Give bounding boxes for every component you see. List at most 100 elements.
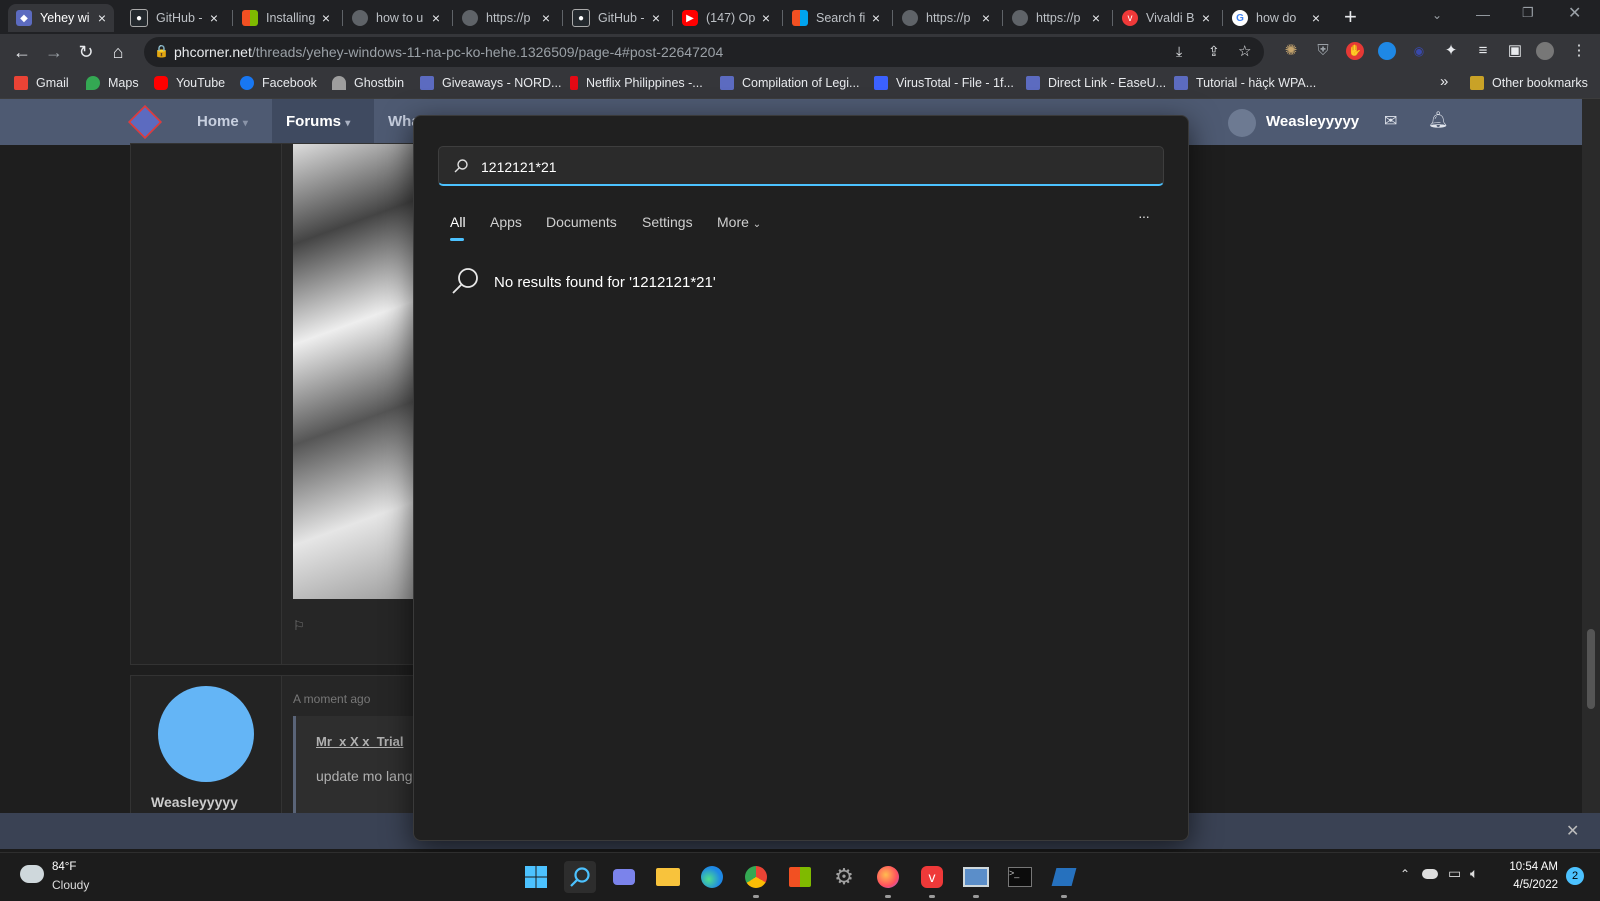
tab-youtube[interactable]: ▶ (147) Op × — [674, 4, 778, 32]
weather-description[interactable]: Cloudy — [52, 878, 89, 892]
tab-vivaldi[interactable]: v Vivaldi B × — [1114, 4, 1218, 32]
other-bookmarks[interactable]: Other bookmarks — [1470, 76, 1588, 90]
taskbar-firefox[interactable] — [872, 861, 904, 893]
taskbar-remote-desktop[interactable] — [960, 861, 992, 893]
close-tab-icon[interactable]: × — [652, 10, 660, 26]
back-arrow-icon[interactable]: ← — [10, 40, 34, 64]
tab-installing[interactable]: Installing × — [234, 4, 338, 32]
reading-list-icon[interactable]: ≡ — [1474, 42, 1492, 60]
tab-https-2[interactable]: https://p × — [894, 4, 998, 32]
bookmark-facebook[interactable]: Facebook — [240, 76, 317, 90]
bookmark-star-icon[interactable]: ☆ — [1238, 42, 1251, 60]
report-flag-icon[interactable]: ⚐ — [293, 618, 305, 634]
forward-arrow-icon[interactable]: → — [42, 40, 66, 64]
vpn-icon[interactable] — [1378, 42, 1396, 60]
bookmark-direct-link[interactable]: Direct Link - EaseU... — [1026, 76, 1166, 90]
tab-apps[interactable]: Apps — [490, 214, 522, 230]
close-tab-icon[interactable]: × — [872, 10, 880, 26]
tab-https-1[interactable]: https://p × — [454, 4, 558, 32]
bookmark-maps[interactable]: Maps — [86, 76, 139, 90]
close-tab-icon[interactable]: × — [322, 10, 330, 26]
share-icon[interactable]: ⇪ — [1208, 43, 1220, 60]
show-hidden-icons-chevron-icon[interactable]: ⌃ — [1400, 867, 1410, 881]
install-icon[interactable]: ⤓ — [1176, 43, 1182, 60]
tab-documents[interactable]: Documents — [546, 214, 617, 230]
bookmark-compilation[interactable]: Compilation of Legi... — [720, 76, 859, 90]
poster-name[interactable]: Weasleyyyyy — [151, 794, 238, 810]
tab-yehey[interactable]: ◆ Yehey wi × — [8, 4, 114, 32]
bookmark-netflix[interactable]: Netflix Philippines -... — [570, 76, 703, 90]
post-attachment-image[interactable] — [293, 144, 423, 599]
extensions-puzzle-icon[interactable]: ✦ — [1442, 42, 1460, 60]
search-box[interactable] — [438, 146, 1164, 186]
site-logo-icon[interactable] — [128, 105, 162, 139]
more-bookmarks-chevron-icon[interactable]: » — [1440, 73, 1448, 90]
close-tab-icon[interactable]: × — [1312, 10, 1320, 26]
bookmark-youtube[interactable]: YouTube — [154, 76, 225, 90]
close-notice-icon[interactable]: ✕ — [1566, 821, 1579, 841]
tab-https-3[interactable]: https://p × — [1004, 4, 1108, 32]
bookmark-virustotal[interactable]: VirusTotal - File - 1f... — [874, 76, 1014, 90]
username-link[interactable]: Weasleyyyyy — [1266, 113, 1359, 130]
bell-icon[interactable]: 🔔︎ — [1428, 110, 1448, 130]
tab-all[interactable]: All — [450, 214, 466, 230]
close-window-icon[interactable]: ✕ — [1568, 3, 1581, 23]
search-input[interactable] — [479, 155, 1143, 179]
taskbar-teams[interactable] — [608, 861, 640, 893]
close-tab-icon[interactable]: × — [1202, 10, 1210, 26]
tab-settings[interactable]: Settings — [642, 214, 693, 230]
tab-search-chevron-icon[interactable]: ⌄ — [1432, 8, 1442, 22]
bookmark-giveaways[interactable]: Giveaways - NORD... — [420, 76, 561, 90]
close-tab-icon[interactable]: × — [98, 10, 106, 26]
extension-dot-icon[interactable]: ◉ — [1410, 42, 1428, 60]
network-icon[interactable]: ▭ — [1448, 865, 1461, 882]
poster-avatar[interactable] — [158, 686, 254, 782]
quote-author-link[interactable]: Mr_x X x_Trial — [316, 734, 403, 749]
new-tab-button[interactable]: + — [1344, 4, 1357, 30]
tab-github-2[interactable]: ● GitHub - × — [564, 4, 668, 32]
taskbar-chrome[interactable] — [740, 861, 772, 893]
side-panel-icon[interactable]: ▣ — [1506, 42, 1524, 60]
home-icon[interactable]: ⌂ — [106, 40, 130, 64]
bookmark-ghostbin[interactable]: Ghostbin — [332, 76, 404, 90]
volume-icon[interactable]: 🔈︎ — [1470, 865, 1478, 882]
taskbar-settings[interactable]: ⚙ — [828, 861, 860, 893]
tab-search[interactable]: Search fi × — [784, 4, 888, 32]
taskbar-store[interactable] — [784, 861, 816, 893]
cloudy-weather-icon[interactable] — [20, 865, 44, 883]
onedrive-icon[interactable] — [1422, 869, 1438, 879]
tab-more[interactable]: More ⌄ — [717, 214, 761, 230]
clock-time[interactable]: 10:54 AM — [1502, 861, 1558, 873]
close-tab-icon[interactable]: × — [762, 10, 770, 26]
extension-cookie-icon[interactable]: ✺ — [1282, 42, 1300, 60]
taskbar-search-button[interactable] — [564, 861, 596, 893]
restore-icon[interactable]: ❐ — [1522, 5, 1534, 21]
close-tab-icon[interactable]: × — [1092, 10, 1100, 26]
weather-temperature[interactable]: 84°F — [52, 861, 76, 873]
clock-date[interactable]: 4/5/2022 — [1502, 879, 1558, 891]
page-scrollbar[interactable] — [1582, 99, 1600, 813]
adblock-icon[interactable]: ✋ — [1346, 42, 1364, 60]
profile-avatar-icon[interactable] — [1536, 42, 1554, 60]
menu-kebab-icon[interactable]: ⋮ — [1570, 42, 1588, 60]
nav-home[interactable]: Home ▾ — [197, 113, 248, 130]
close-tab-icon[interactable]: × — [542, 10, 550, 26]
close-tab-icon[interactable]: × — [982, 10, 990, 26]
bookmark-tutorial[interactable]: Tutorial - häçk WPA... — [1174, 76, 1316, 90]
taskbar-file-explorer[interactable] — [652, 861, 684, 893]
notification-badge[interactable]: 2 — [1566, 867, 1584, 885]
tab-how-do[interactable]: G how do × — [1224, 4, 1328, 32]
user-avatar[interactable] — [1228, 109, 1256, 137]
minimize-icon[interactable]: — — [1476, 6, 1490, 22]
taskbar-vivaldi[interactable]: v — [916, 861, 948, 893]
shield-icon[interactable]: ⛨ — [1314, 42, 1332, 60]
close-tab-icon[interactable]: × — [210, 10, 218, 26]
close-tab-icon[interactable]: × — [432, 10, 440, 26]
scrollbar-thumb[interactable] — [1587, 629, 1595, 709]
taskbar-terminal[interactable]: >_ — [1004, 861, 1036, 893]
nav-forums[interactable]: Forums ▾ — [286, 113, 350, 130]
envelope-icon[interactable]: ✉ — [1384, 111, 1397, 131]
taskbar-edge[interactable] — [696, 861, 728, 893]
more-options-icon[interactable]: ··· — [1138, 208, 1150, 224]
start-button[interactable] — [520, 861, 552, 893]
